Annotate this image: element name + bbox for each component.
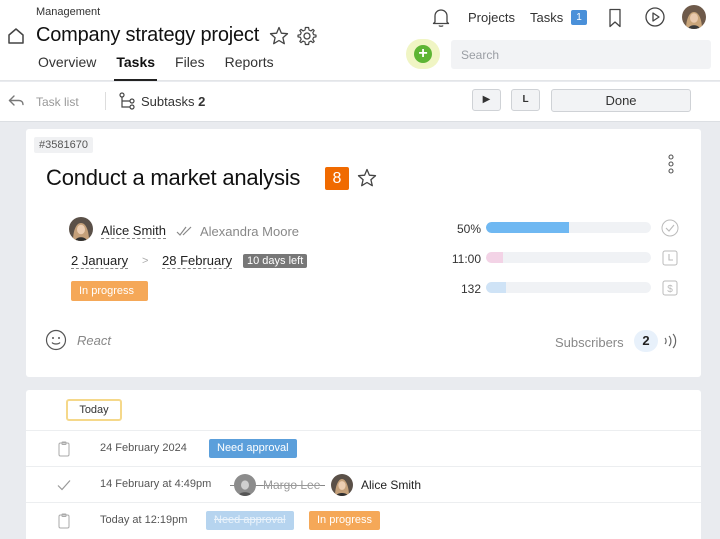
time-bar-fill xyxy=(486,252,503,263)
gear-icon[interactable] xyxy=(296,25,318,47)
task-id[interactable]: #3581670 xyxy=(34,137,93,153)
project-tabs: Overview Tasks Files Reports xyxy=(38,54,294,81)
play-circle-icon[interactable] xyxy=(644,6,666,28)
previous-status-badge: Need approval xyxy=(206,511,294,530)
time-value: 11:00 xyxy=(451,252,481,266)
previous-assignee-avatar xyxy=(234,474,256,496)
log-time-button[interactable]: L xyxy=(511,89,540,111)
check-circle-icon[interactable] xyxy=(661,219,679,237)
toolbar-divider xyxy=(105,92,106,110)
checkmark-icon xyxy=(57,480,71,491)
timer-icon[interactable] xyxy=(661,249,679,267)
back-arrow-icon[interactable] xyxy=(6,91,26,111)
new-assignee-name[interactable]: Alice Smith xyxy=(361,478,421,492)
tab-files[interactable]: Files xyxy=(175,54,205,81)
previous-assignee-name[interactable]: Margo Lee xyxy=(263,478,320,492)
time-bar[interactable] xyxy=(486,252,651,263)
breadcrumb[interactable]: Management xyxy=(36,6,100,18)
new-status-badge: In progress xyxy=(309,511,381,530)
task-list-link[interactable]: Task list xyxy=(36,95,79,109)
smiley-icon[interactable] xyxy=(45,329,67,351)
home-icon[interactable] xyxy=(6,26,26,46)
add-button[interactable]: + xyxy=(406,39,440,69)
done-button[interactable]: Done xyxy=(551,89,691,112)
start-timer-button[interactable]: ▶ xyxy=(472,89,501,111)
tab-reports[interactable]: Reports xyxy=(225,54,274,81)
budget-value: 132 xyxy=(460,282,481,296)
subtasks-link[interactable]: Subtasks 2 xyxy=(141,94,205,109)
subscribers-count[interactable]: 2 xyxy=(634,330,658,352)
end-date[interactable]: 28 February xyxy=(162,254,233,269)
bookmark-icon[interactable] xyxy=(605,7,625,29)
feed-row: 24 February 2024 Need approval xyxy=(26,430,701,466)
progress-bar-fill xyxy=(486,222,569,233)
dollar-icon[interactable]: $ xyxy=(661,279,679,297)
assignee-avatar xyxy=(69,217,93,241)
feed-timestamp: Today at 12:19pm xyxy=(100,514,188,526)
subtasks-label: Subtasks xyxy=(141,94,195,109)
project-title: Company strategy project xyxy=(36,24,260,46)
new-assignee-avatar xyxy=(331,474,353,496)
subtasks-count: 2 xyxy=(198,94,206,109)
activity-feed: Today 24 February 2024 Need approval 14 … xyxy=(26,390,701,539)
start-date[interactable]: 2 January xyxy=(71,254,129,269)
double-check-icon xyxy=(176,226,192,236)
assignee-name[interactable]: Alice Smith xyxy=(101,224,167,239)
coassignee-name[interactable]: Alexandra Moore xyxy=(200,224,299,239)
clipboard-icon xyxy=(58,441,70,457)
nav-projects[interactable]: Projects xyxy=(468,10,515,25)
priority-badge[interactable]: 8 xyxy=(325,167,349,190)
tab-overview[interactable]: Overview xyxy=(38,54,96,81)
subscribers-label[interactable]: Subscribers xyxy=(555,335,624,350)
budget-bar[interactable] xyxy=(486,282,651,293)
app-header: Management Company strategy project Over… xyxy=(0,0,720,81)
more-options-icon[interactable] xyxy=(664,153,678,175)
days-left-badge: 10 days left xyxy=(243,254,308,268)
nav-tasks[interactable]: Tasks xyxy=(530,10,563,25)
svg-text:$: $ xyxy=(667,284,673,295)
feed-timestamp: 14 February at 4:49pm xyxy=(100,478,212,490)
status-badge[interactable]: In progress xyxy=(71,281,148,301)
feed-row: 14 February at 4:49pm Margo Lee Alice Sm… xyxy=(26,466,701,502)
star-icon[interactable] xyxy=(268,25,290,47)
subscribe-signal-icon[interactable] xyxy=(662,332,680,350)
date-separator: > xyxy=(142,255,149,267)
feed-timestamp: 24 February 2024 xyxy=(100,442,187,454)
react-button[interactable]: React xyxy=(77,333,111,348)
task-toolbar: Task list Subtasks 2 ▶ L Done xyxy=(0,82,720,122)
task-title[interactable]: Conduct a market analysis xyxy=(46,165,300,191)
tasks-count-badge: 1 xyxy=(571,10,587,25)
progress-bar[interactable] xyxy=(486,222,651,233)
add-icon: + xyxy=(414,45,432,63)
budget-bar-fill xyxy=(486,282,506,293)
subtasks-icon xyxy=(119,92,135,110)
favorite-star-icon[interactable] xyxy=(356,167,378,189)
tab-tasks[interactable]: Tasks xyxy=(114,54,157,81)
bell-icon[interactable] xyxy=(430,6,452,28)
user-avatar[interactable] xyxy=(682,5,706,29)
today-label: Today xyxy=(66,399,122,421)
task-card: #3581670 Conduct a market analysis 8 Ali… xyxy=(26,129,701,377)
feed-row: Today at 12:19pm Need approval In progre… xyxy=(26,502,701,538)
need-approval-badge: Need approval xyxy=(209,439,297,458)
clipboard-icon xyxy=(58,513,70,529)
progress-value: 50% xyxy=(456,222,481,236)
search-input[interactable] xyxy=(451,40,711,69)
